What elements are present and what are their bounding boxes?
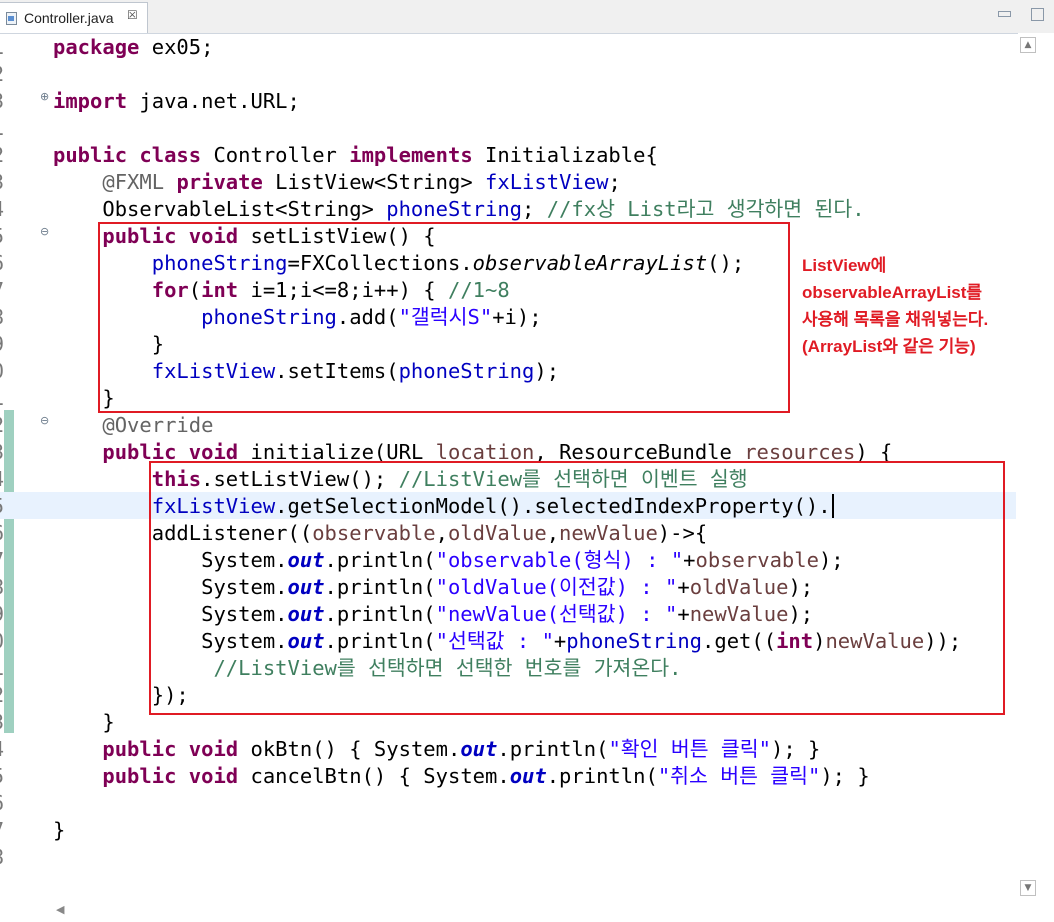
annotation-line: (ArrayList와 같은 기능) bbox=[802, 337, 976, 356]
code-line: 3 ⊕ import java.net.URL; bbox=[0, 87, 1016, 114]
line-number: 35 bbox=[0, 765, 4, 787]
line-number: 3 bbox=[0, 90, 4, 112]
code-line: 11 bbox=[0, 114, 1016, 141]
code-line: 14 ObservableList<String> phoneString; /… bbox=[0, 195, 1016, 222]
code-text: @FXML private ListView<String> fxListVie… bbox=[102, 170, 621, 194]
line-number: 19 bbox=[0, 333, 4, 355]
line-number: 38 bbox=[0, 846, 4, 868]
line-number: 13 bbox=[0, 171, 4, 193]
code-text: ObservableList<String> phoneString; //fx… bbox=[53, 197, 865, 221]
line-number: 26 bbox=[0, 522, 4, 544]
code-line: 36 bbox=[0, 789, 1016, 816]
line-number: 29 bbox=[0, 603, 4, 625]
line-number: 27 bbox=[0, 549, 4, 571]
code-text: package ex05; bbox=[53, 35, 214, 59]
line-number: 31 bbox=[0, 657, 4, 679]
highlight-box-setlistview bbox=[98, 222, 790, 413]
code-text: public class Controller implements Initi… bbox=[53, 143, 658, 167]
code-line: 38 bbox=[0, 843, 1016, 870]
code-line: 13 @FXML private ListView<String> fxList… bbox=[0, 168, 1016, 195]
code-text: public void initialize(URL location, Res… bbox=[102, 440, 893, 464]
line-number: 33 bbox=[0, 711, 4, 733]
line-number: 12 bbox=[0, 144, 4, 166]
minimize-icon[interactable] bbox=[998, 11, 1012, 17]
annotation-line: observableArrayList를 bbox=[802, 283, 983, 302]
line-number: 23 bbox=[0, 441, 4, 463]
line-number: 21 bbox=[0, 387, 4, 409]
code-line: 1 package ex05; bbox=[0, 33, 1016, 60]
code-text: } bbox=[53, 818, 66, 842]
line-number: 14 bbox=[0, 198, 4, 220]
line-number: 32 bbox=[0, 684, 4, 706]
scroll-left-icon[interactable]: ◀ bbox=[56, 903, 64, 916]
editor-tab-bar: Controller.java ☒ bbox=[0, 0, 1054, 34]
line-number: 30 bbox=[0, 630, 4, 652]
code-line: 12 public class Controller implements In… bbox=[0, 141, 1016, 168]
line-number: 24 bbox=[0, 468, 4, 490]
code-line: 37 } bbox=[0, 816, 1016, 843]
code-line: 22 ⊖ @Override bbox=[0, 411, 1016, 438]
annotation-line: 사용해 목록을 채워넣는다. bbox=[802, 310, 989, 329]
line-number: 2 bbox=[0, 63, 4, 85]
line-number: 15 bbox=[0, 225, 4, 247]
line-number: 22 bbox=[0, 414, 4, 436]
line-number: 18 bbox=[0, 306, 4, 328]
line-number: 34 bbox=[0, 738, 4, 760]
code-text: public void cancelBtn() { System.out.pri… bbox=[102, 764, 870, 788]
code-text: } bbox=[53, 710, 115, 734]
code-text: @Override bbox=[102, 413, 214, 437]
code-text: public void okBtn() { System.out.println… bbox=[102, 737, 821, 761]
highlight-box-listener bbox=[149, 461, 1005, 715]
tab-controller-java[interactable]: Controller.java ☒ bbox=[0, 2, 148, 33]
collapse-fold-icon[interactable]: ⊖ bbox=[40, 414, 49, 427]
code-text: import java.net.URL; bbox=[53, 89, 300, 113]
line-number: 11 bbox=[0, 117, 4, 139]
horizontal-scrollbar[interactable]: ◀ bbox=[52, 900, 1054, 922]
maximize-icon[interactable] bbox=[1031, 8, 1044, 21]
line-number: 25 bbox=[0, 495, 4, 517]
scroll-down-icon[interactable]: ▼ bbox=[1020, 880, 1036, 896]
line-number: 17 bbox=[0, 279, 4, 301]
expand-fold-icon[interactable]: ⊕ bbox=[40, 90, 49, 103]
line-number: 16 bbox=[0, 252, 4, 274]
tab-label: Controller.java bbox=[24, 10, 114, 26]
line-number: 37 bbox=[0, 819, 4, 841]
java-file-icon bbox=[6, 12, 17, 25]
annotation-line: ListView에 bbox=[802, 256, 887, 275]
line-number: 28 bbox=[0, 576, 4, 598]
window-controls bbox=[988, 6, 1044, 25]
code-line: 34 public void okBtn() { System.out.prin… bbox=[0, 735, 1016, 762]
line-number: 1 bbox=[0, 36, 4, 58]
code-line: 35 public void cancelBtn() { System.out.… bbox=[0, 762, 1016, 789]
code-line: 2 bbox=[0, 60, 1016, 87]
vertical-scrollbar[interactable]: ▲ ▼ bbox=[1018, 33, 1054, 900]
line-number: 36 bbox=[0, 792, 4, 814]
annotation-note: ListView에 observableArrayList를 사용해 목록을 채… bbox=[802, 252, 988, 360]
scroll-up-icon[interactable]: ▲ bbox=[1020, 37, 1036, 53]
collapse-fold-icon[interactable]: ⊖ bbox=[40, 225, 49, 238]
close-tab-icon[interactable]: ☒ bbox=[127, 8, 138, 22]
line-number: 20 bbox=[0, 360, 4, 382]
